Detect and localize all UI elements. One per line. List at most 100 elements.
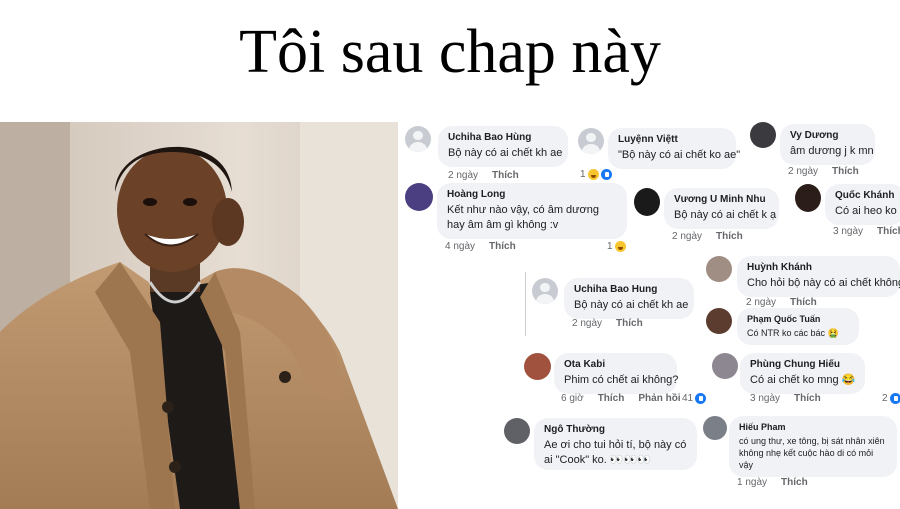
like-icon xyxy=(695,393,707,404)
comment-c3: Vy Dương âm dương j k mn 2 ngày Thích xyxy=(750,122,880,178)
smiling-man-illustration xyxy=(0,122,398,509)
like-icon xyxy=(600,169,612,180)
comment-bubble: Luyệnn Việtt "Bộ này có ai chết ko ae" xyxy=(608,128,741,169)
comment-bubble: Hoàng Long Kết như nào vậy, có âm dương … xyxy=(437,183,627,239)
comment-time[interactable]: 1 ngày xyxy=(737,477,767,488)
comment-time[interactable]: 3 ngày xyxy=(750,393,780,404)
comment-time[interactable]: 4 ngày xyxy=(445,241,475,252)
like-icon xyxy=(889,393,900,404)
comment-bubble: Ngô Thường Ae ơi cho tui hỏi tí, bộ này … xyxy=(534,418,697,470)
comment-c11: Phùng Chung Hiếu Có ai chết ko mng 😂 3 n… xyxy=(712,353,900,409)
commenter-name[interactable]: Luyệnn Việtt xyxy=(618,133,726,146)
avatar xyxy=(703,416,727,440)
comment-text: Cho hỏi bộ này có ai chết không? xyxy=(747,277,900,289)
comment-text: Có ai heo ko ?? xyxy=(835,205,900,217)
comment-text: âm dương j k mn xyxy=(790,145,874,157)
comment-c9: Phạm Quốc Tuấn Có NTR ko các bác 🤮 xyxy=(706,308,866,348)
commenter-name[interactable]: Phùng Chung Hiếu xyxy=(750,358,855,371)
comment-c2: Luyệnn Việtt "Bộ này có ai chết ko ae" 1 xyxy=(578,128,743,184)
comment-text: Bộ này có ai chết kh ae xyxy=(448,147,563,159)
comment-meta: 1 ngày Thích xyxy=(737,477,808,488)
commenter-name[interactable]: Hoàng Long xyxy=(447,188,617,201)
like-button[interactable]: Thích xyxy=(832,166,859,177)
avatar xyxy=(712,353,738,379)
like-button[interactable]: Thích xyxy=(790,297,817,308)
reaction-count[interactable]: 1 xyxy=(607,241,626,252)
comment-bubble: Phùng Chung Hiếu Có ai chết ko mng 😂 xyxy=(740,353,865,394)
haha-icon xyxy=(587,169,599,180)
commenter-name[interactable]: Phạm Quốc Tuấn xyxy=(747,313,849,325)
reaction-count[interactable]: 41 xyxy=(682,393,707,404)
comment-meta: 2 ngày Thích xyxy=(448,170,519,181)
commenter-name[interactable]: Ngô Thường xyxy=(544,423,687,436)
comment-time[interactable]: 2 ngày xyxy=(788,166,818,177)
comment-time[interactable]: 6 giờ xyxy=(561,393,584,404)
commenter-name[interactable]: Ota Kabi xyxy=(564,358,667,371)
comment-bubble: Uchiha Bao Hung Bộ này có ai chết kh ae xyxy=(564,278,694,319)
avatar xyxy=(634,188,660,216)
comment-bubble: Vy Dương âm dương j k mn xyxy=(780,124,875,165)
meme-title: Tôi sau chap này xyxy=(239,18,661,86)
commenter-name[interactable]: Quốc Khánh xyxy=(835,189,895,202)
meme-photo xyxy=(0,122,398,509)
commenter-name[interactable]: Uchiha Bao Hung xyxy=(574,283,684,296)
avatar xyxy=(578,128,604,154)
like-button[interactable]: Thích xyxy=(616,318,643,329)
comment-meta: 2 ngày Thích xyxy=(746,297,817,308)
comment-text: Bộ này có ai chết k ạ xyxy=(674,209,777,221)
like-button[interactable]: Thích xyxy=(492,170,519,181)
comment-c4: Hoàng Long Kết như nào vậy, có âm dương … xyxy=(405,183,630,257)
like-button[interactable]: Thích xyxy=(781,477,808,488)
comment-meta: 2 ngày Thích xyxy=(572,318,643,329)
comment-meta: 4 ngày Thích xyxy=(445,241,516,252)
like-button[interactable]: Thích xyxy=(716,231,743,242)
comment-time[interactable]: 2 ngày xyxy=(746,297,776,308)
like-button[interactable]: Thích xyxy=(877,226,900,237)
comment-bubble: Vương U Minh Nhu Bộ này có ai chết k ạ xyxy=(664,188,779,229)
comment-text: Ae ơi cho tui hỏi tí, bộ này có ai "Cook… xyxy=(544,439,687,466)
avatar xyxy=(750,122,776,148)
commenter-name[interactable]: Hiếu Pham xyxy=(739,421,887,433)
comment-time[interactable]: 2 ngày xyxy=(448,170,478,181)
comment-c10: Ota Kabi Phim có chết ai không? 6 giờ Thí… xyxy=(524,353,707,409)
like-button[interactable]: Thích xyxy=(598,393,625,404)
comment-text: "Bộ này có ai chết ko ae" xyxy=(618,149,741,161)
comment-bubble: Hiếu Pham có ung thư, xe tông, bị sát nh… xyxy=(729,416,897,477)
comment-meta: 2 ngày Thích xyxy=(672,231,743,242)
comment-bubble: Phạm Quốc Tuấn Có NTR ko các bác 🤮 xyxy=(737,308,859,345)
comment-bubble: Huỳnh Khánh Cho hỏi bộ này có ai chết kh… xyxy=(737,256,900,297)
reply-button[interactable]: Phản hồi xyxy=(638,393,680,404)
like-button[interactable]: Thích xyxy=(489,241,516,252)
haha-icon xyxy=(614,241,626,252)
comment-c6: Quốc Khánh Có ai heo ko ?? 3 ngày Thích xyxy=(795,184,900,240)
comment-c7: Huỳnh Khánh Cho hỏi bộ này có ai chết kh… xyxy=(706,256,900,310)
reaction-count[interactable]: 2 xyxy=(882,393,900,404)
comment-meta: 2 ngày Thích xyxy=(788,166,859,177)
comment-c13: Hiếu Pham có ung thư, xe tông, bị sát nh… xyxy=(703,416,900,496)
comment-text: có ung thư, xe tông, bị sát nhân xiên kh… xyxy=(739,436,885,470)
comment-c8: Uchiha Bao Hung Bộ này có ai chết kh ae … xyxy=(532,278,702,334)
avatar xyxy=(706,308,732,334)
avatar xyxy=(504,418,530,444)
commenter-name[interactable]: Huỳnh Khánh xyxy=(747,261,890,274)
avatar xyxy=(405,126,431,152)
avatar xyxy=(405,183,433,211)
comment-time[interactable]: 2 ngày xyxy=(572,318,602,329)
comment-text: Có ai chết ko mng 😂 xyxy=(750,374,856,386)
avatar xyxy=(524,353,551,380)
avatar xyxy=(795,184,821,212)
comment-bubble: Uchiha Bao Hùng Bộ này có ai chết kh ae xyxy=(438,126,568,167)
comment-text: Phim có chết ai không? xyxy=(564,374,679,386)
commenter-name[interactable]: Uchiha Bao Hùng xyxy=(448,131,558,144)
commenter-name[interactable]: Vương U Minh Nhu xyxy=(674,193,769,206)
comment-time[interactable]: 3 ngày xyxy=(833,226,863,237)
comment-meta: 3 ngày Thích xyxy=(750,393,821,404)
comment-text: Bộ này có ai chết kh ae xyxy=(574,299,689,311)
comment-time[interactable]: 2 ngày xyxy=(672,231,702,242)
commenter-name[interactable]: Vy Dương xyxy=(790,129,865,142)
avatar xyxy=(706,256,732,282)
like-button[interactable]: Thích xyxy=(794,393,821,404)
reaction-count[interactable]: 1 xyxy=(580,169,612,180)
comment-text: Kết như nào vậy, có âm dương hay âm âm g… xyxy=(447,204,599,231)
comment-c12: Ngô Thường Ae ơi cho tui hỏi tí, bộ này … xyxy=(504,418,700,472)
